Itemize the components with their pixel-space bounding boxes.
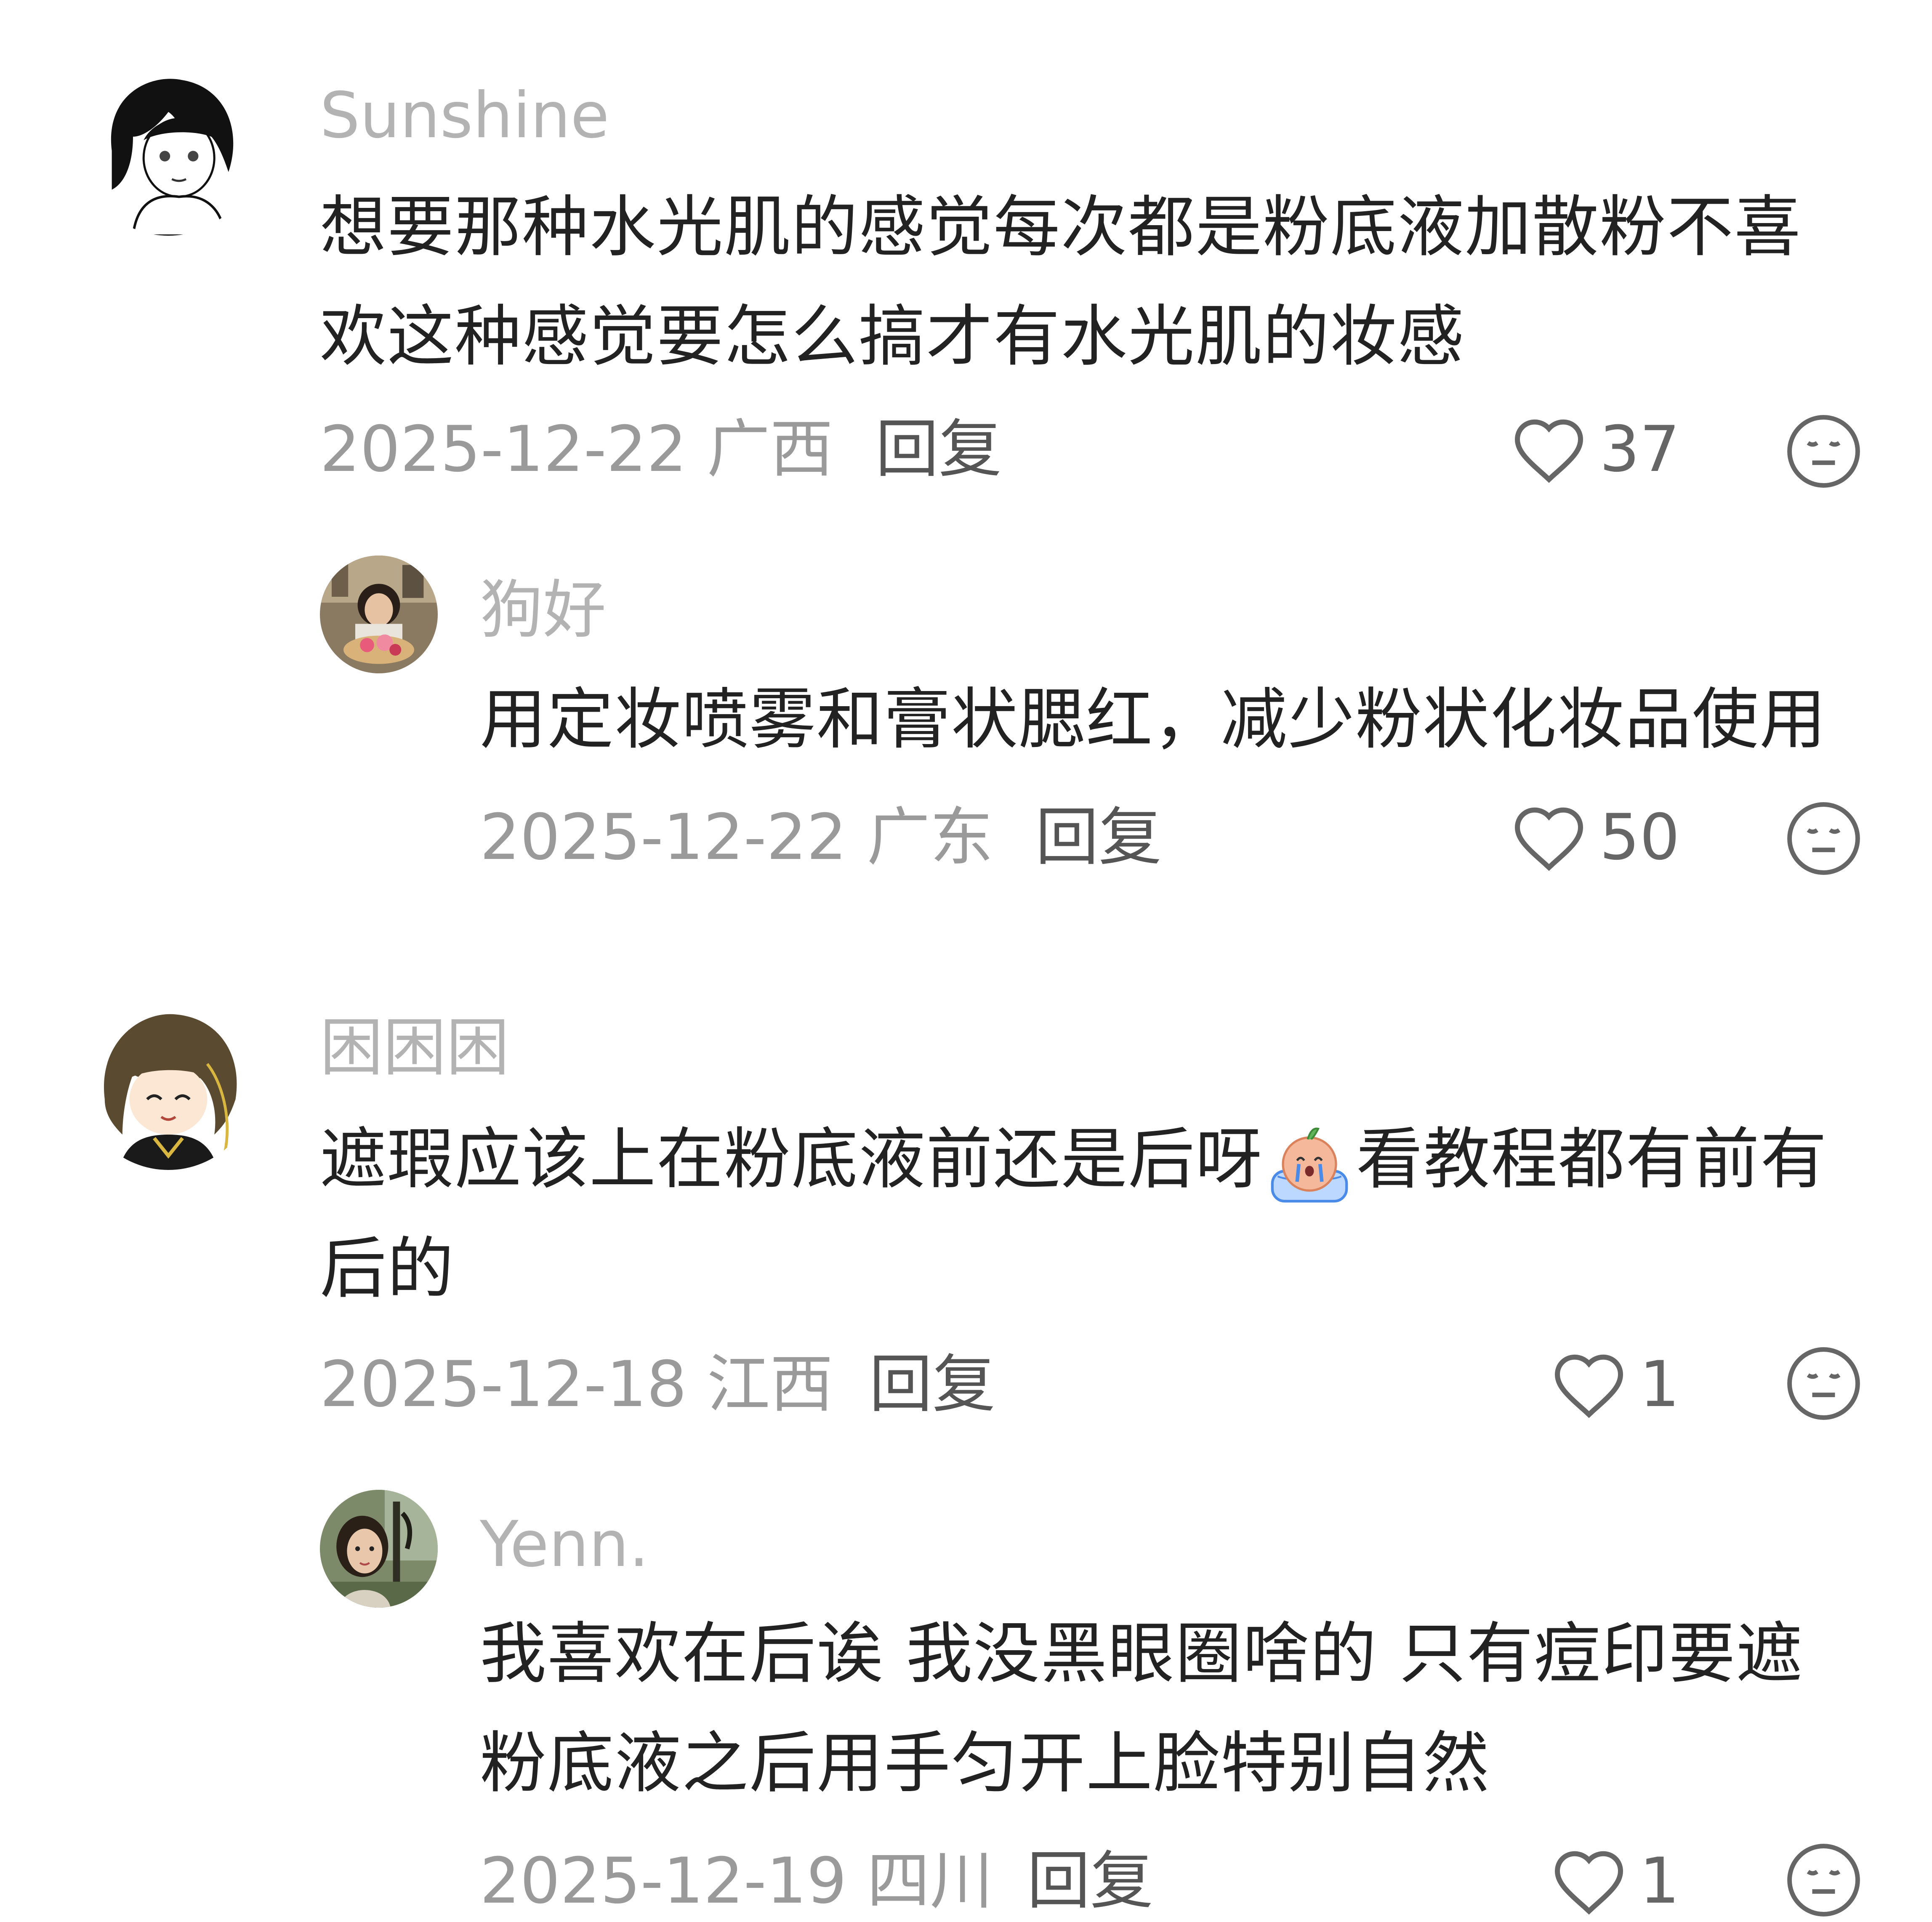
like-button[interactable]: 1	[1551, 1349, 1679, 1420]
photo-avatar-girl-cake-icon	[320, 556, 438, 673]
like-button[interactable]: 37	[1511, 414, 1680, 485]
like-count: 1	[1639, 1348, 1680, 1421]
avatar[interactable]	[80, 993, 257, 1170]
dislike-button[interactable]	[1785, 412, 1863, 492]
like-count: 50	[1599, 801, 1680, 874]
neutral-face-icon	[1787, 415, 1860, 488]
like-button[interactable]: 50	[1511, 802, 1680, 873]
comment-text: 遮瑕应该上在粉底液前还是后呀 看教程都有前有后的	[320, 1105, 1877, 1324]
like-button[interactable]: 1	[1551, 1845, 1679, 1917]
reply-button[interactable]: 回复	[1027, 1850, 1153, 1913]
heart-outline-icon	[1554, 1354, 1623, 1418]
anime-avatar-brown-hair-icon	[80, 993, 257, 1170]
anime-avatar-black-hair-icon	[80, 59, 257, 236]
comment-date-location: 2025-12-18 江西	[320, 1348, 833, 1421]
heart-outline-icon	[1514, 807, 1583, 871]
reply-button[interactable]: 回复	[1035, 806, 1162, 869]
reply-button[interactable]: 回复	[869, 1353, 995, 1416]
crying-peach-emoji-icon	[1265, 1120, 1354, 1208]
avatar[interactable]	[320, 1490, 438, 1608]
neutral-face-icon	[1787, 1347, 1860, 1420]
username[interactable]: 狗好	[480, 579, 606, 642]
like-count: 37	[1599, 413, 1680, 486]
photo-avatar-outdoor-icon	[320, 1490, 438, 1608]
comment-date-location: 2025-12-19 四川	[480, 1845, 993, 1918]
dislike-button[interactable]	[1785, 800, 1863, 879]
username[interactable]: 困困困	[320, 1016, 509, 1079]
neutral-face-icon	[1787, 1844, 1860, 1917]
username[interactable]: Yenn.	[480, 1513, 649, 1576]
reply-button[interactable]: 回复	[876, 418, 1002, 481]
comment-date-location: 2025-12-22 广西	[320, 413, 833, 486]
dislike-button[interactable]	[1785, 1345, 1863, 1424]
neutral-face-icon	[1787, 802, 1860, 875]
avatar[interactable]	[320, 556, 438, 673]
comment-text: 想要那种水光肌的感觉每次都是粉底液加散粉不喜欢这种感觉要怎么搞才有水光肌的妆感	[320, 189, 1802, 375]
username[interactable]: Sunshine	[320, 84, 609, 147]
heart-outline-icon	[1514, 419, 1583, 483]
avatar[interactable]	[80, 59, 257, 236]
comment-text: 我喜欢在后诶 我没黑眼圈啥的 只有痘印要遮粉底液之后用手匀开上脸特别自然	[480, 1615, 1804, 1802]
like-count: 1	[1639, 1845, 1680, 1918]
comment-text-part: 遮瑕应该上在粉底液前还是后呀	[320, 1121, 1263, 1198]
comment-date-location: 2025-12-22 广东	[480, 801, 993, 874]
comment-text: 用定妆喷雾和膏状腮红，减少粉状化妆品使用	[480, 681, 1827, 758]
dislike-button[interactable]	[1785, 1841, 1863, 1921]
heart-outline-icon	[1554, 1851, 1623, 1915]
